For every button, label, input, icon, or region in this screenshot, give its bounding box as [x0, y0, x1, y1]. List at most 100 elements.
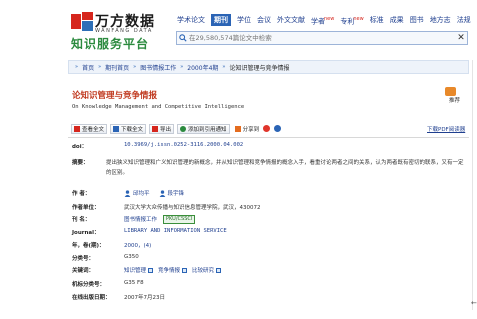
breadcrumb-journals-home[interactable]: 期刊首页 [105, 63, 129, 72]
breadcrumb-separator-icon: » [98, 64, 102, 70]
class-label: 分类号： [72, 256, 95, 262]
export-button[interactable]: 导出 [149, 123, 175, 134]
search-input[interactable] [189, 34, 455, 42]
breadcrumb-journal[interactable]: 图书情报工作 [140, 63, 176, 72]
search-icon [148, 267, 154, 273]
scroll-arrow-icon[interactable]: ← [471, 299, 477, 307]
doi-link[interactable]: 10.3969/j.issn.0252-3116.2000.04.002 [124, 142, 243, 148]
export-label: 导出 [160, 126, 172, 133]
keyword-link[interactable]: 知识管理 [124, 266, 154, 274]
nav-item-papers[interactable]: 学术论文 [177, 14, 205, 26]
divider [68, 137, 469, 138]
breadcrumb-separator-icon: » [222, 64, 226, 70]
subject-row: 机标分类号： G35 F8 [72, 280, 144, 288]
qq-icon[interactable] [274, 125, 282, 132]
doi-row: doi： 10.3969/j.issn.0252-3116.2000.04.00… [72, 142, 243, 150]
page-edge-divider [472, 60, 473, 310]
nav-item-degree[interactable]: 学位 [237, 14, 251, 26]
nav-item-books[interactable]: 图书 [410, 14, 424, 26]
author-link[interactable]: 段宇锋 [159, 189, 185, 197]
subject-value: G35 F8 [124, 280, 144, 286]
keyword-text: 竞争情报 [158, 268, 181, 274]
brand-subtitle: 知识服务平台 [71, 37, 150, 51]
view-fulltext-label: 查看全文 [82, 126, 105, 133]
person-icon [159, 189, 165, 197]
thumbs-up-icon [445, 87, 456, 96]
affiliation-label: 作者单位： [72, 205, 100, 211]
journal-index-badge: PKU/CSSCI [163, 215, 196, 224]
class-value: G350 [124, 254, 139, 260]
article-toolbar: 查看全文 下载全文 导出 添加到引用通知 分享到 [71, 123, 282, 134]
view-fulltext-button[interactable]: 查看全文 [71, 123, 108, 134]
journal-index-cssci: CSSCI [177, 216, 193, 222]
breadcrumb-arrow-icon: » [75, 64, 79, 70]
add-icon [180, 125, 187, 132]
weibo-icon[interactable] [263, 125, 271, 132]
author-label: 作 者： [72, 191, 91, 197]
article-title: 论知识管理与竞争情报 [72, 91, 158, 101]
author-name: 邱均平 [133, 191, 150, 197]
person-icon [124, 189, 131, 197]
year-label: 年，卷(期)： [72, 243, 105, 249]
nav-item-conference[interactable]: 会议 [257, 14, 271, 26]
nav-item-foreign[interactable]: 外文文献 [277, 14, 305, 26]
nav-item-journals[interactable]: 期刊 [211, 14, 231, 26]
subject-label: 机标分类号： [72, 282, 106, 288]
breadcrumb-home[interactable]: 首页 [82, 63, 94, 72]
keyword-text: 比较研究 [192, 268, 215, 274]
affiliation-row: 作者单位： 武汉大学大众传播与知识信息管理学院，武汉，430072 [72, 203, 261, 211]
journal-label: 刊 名： [72, 217, 91, 223]
year-link[interactable]: 2000，(4) [124, 241, 151, 249]
journal-link[interactable]: 图书情报工作 [124, 215, 157, 223]
date-value: 2007年7月23日 [124, 295, 165, 301]
author-row: 作 者： 邱均平 段宇锋 [72, 189, 193, 197]
search-icon [216, 267, 222, 273]
pdf-reader-link[interactable]: 下载PDF阅读器 [427, 125, 465, 133]
search-bar: ✕ [176, 31, 468, 45]
search-icon[interactable] [177, 34, 189, 42]
recommend-button[interactable]: 推荐 [443, 87, 467, 105]
breadcrumb-separator-icon: » [133, 64, 137, 70]
top-navigation: 学术论文 期刊 学位 会议 外文文献 学者new 专利new 标准 成果 图书 … [177, 14, 477, 26]
article-title-en: On Knowledge Management and Competitive … [72, 104, 245, 110]
journal-index-pku: PKU [166, 216, 176, 222]
keyword-link[interactable]: 竞争情报 [158, 266, 188, 274]
add-alert-button[interactable]: 添加到引用通知 [177, 123, 230, 134]
author-name: 段宇锋 [167, 191, 185, 197]
download-fulltext-button[interactable]: 下载全文 [110, 123, 147, 134]
journal-en-label: Journal： [72, 230, 100, 236]
keyword-link[interactable]: 比较研究 [192, 266, 222, 274]
abstract-label: 摘要： [72, 160, 89, 166]
keyword-text: 知识管理 [124, 268, 147, 274]
affiliation-value: 武汉大学大众传播与知识信息管理学院，武汉，430072 [124, 205, 261, 211]
search-icon [182, 267, 188, 273]
breadcrumb-issue[interactable]: 2000年4期 [187, 63, 218, 72]
nav-item-regulations[interactable]: 法规 [457, 14, 471, 26]
nav-item-scholars-label: 学者 [311, 17, 325, 26]
nav-item-local-records[interactable]: 地方志 [430, 14, 451, 26]
brand-name-en: WANFANG DATA [95, 28, 153, 34]
keywords-row: 关键词： 知识管理 竞争情报 比较研究 [72, 266, 226, 274]
new-badge: new [324, 15, 335, 22]
journal-en-link[interactable]: LIBRARY AND INFORMATION SERVICE [124, 228, 227, 234]
document-icon [74, 125, 80, 132]
class-row: 分类号： G350 [72, 254, 139, 262]
journal-en-row: Journal： LIBRARY AND INFORMATION SERVICE [72, 228, 227, 236]
recommend-label: 推荐 [449, 98, 461, 104]
date-label: 在线出版日期： [72, 295, 111, 301]
nav-item-achievements[interactable]: 成果 [390, 14, 404, 26]
abstract-text: 提出狭义知识管理和广义知识管理的新概念，并从知识管理和竞争情报的概念入手，看重讨… [106, 160, 464, 176]
share-label: 分享到 [242, 126, 260, 133]
share-icon [234, 125, 241, 132]
breadcrumb-current: 论知识管理与竞争情报 [229, 64, 290, 72]
breadcrumb: » 首页 » 期刊首页 » 图书情报工作 » 2000年4期 » 论知识管理与竞… [68, 60, 469, 74]
share-button[interactable]: 分享到 [234, 125, 282, 133]
nav-item-scholars[interactable]: 学者new [311, 13, 334, 27]
wanfang-logo-icon[interactable] [71, 12, 93, 31]
author-link[interactable]: 邱均平 [124, 189, 150, 197]
nav-item-standards[interactable]: 标准 [370, 14, 384, 26]
nav-item-patents[interactable]: 专利new [340, 13, 363, 27]
clear-icon[interactable]: ✕ [455, 33, 467, 43]
keywords-label: 关键词： [72, 268, 95, 274]
breadcrumb-separator-icon: » [180, 64, 184, 70]
